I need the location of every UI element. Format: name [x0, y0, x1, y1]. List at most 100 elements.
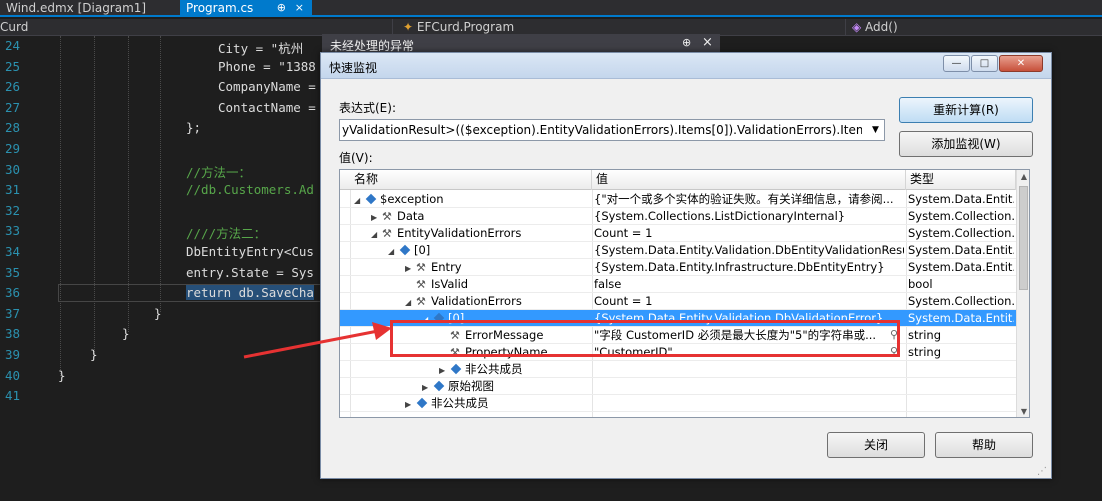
expand-arrow-icon[interactable]: ▶ [439, 363, 449, 378]
grid-header: 名称 值 类型 [340, 170, 1016, 190]
table-row[interactable]: ▶ 非公共成员 [340, 395, 1016, 412]
value-cell: {System.Data.Entity.Validation.DbEntityV… [594, 242, 904, 259]
row-value: false [594, 277, 622, 291]
table-row[interactable]: ▶ 原始视图 [340, 378, 1016, 395]
highlight-box [390, 320, 900, 357]
resize-grip-icon[interactable]: ⋰ [1037, 466, 1047, 477]
table-row[interactable]: ▶ ⚒ Data {System.Collections.ListDictionary… [340, 208, 1016, 225]
collapse-arrow-icon[interactable]: ◢ [388, 244, 398, 259]
value-cell: Count = 1 [594, 225, 904, 242]
add-watch-button[interactable]: 添加监视(W) [899, 131, 1033, 157]
code-line[interactable]: entry.State = Sys [186, 265, 314, 280]
row-name: EntityValidationErrors [397, 226, 522, 240]
code-line[interactable]: ContactName = [218, 100, 316, 115]
row-name: Entry [431, 260, 462, 274]
column-header-type[interactable]: 类型 [906, 170, 1016, 190]
code-line[interactable]: } [90, 347, 98, 362]
type-cell: string [908, 328, 942, 342]
code-text: entry.State = Sys [186, 264, 314, 280]
code-line[interactable]: //db.Customers.Ad [186, 182, 314, 197]
pin-icon[interactable]: ⊕ [682, 36, 691, 49]
pin-icon[interactable]: ⊕ [277, 0, 286, 16]
object-icon [433, 380, 445, 392]
expand-arrow-icon[interactable]: ▶ [405, 397, 415, 412]
column-header-value[interactable]: 值 [592, 170, 906, 190]
line-number: 34 [4, 244, 20, 259]
close-icon[interactable]: × [295, 0, 304, 16]
expression-input[interactable]: yValidationResult>(($exception).EntityVa… [342, 123, 862, 137]
nav-separator [845, 19, 846, 36]
line-number: 35 [4, 264, 20, 280]
watch-value-grid[interactable]: 名称 值 类型 ◢ $exception {"对一个或多个实体的验证失败。有关详细信… [339, 169, 1030, 418]
expand-arrow-icon[interactable]: ▶ [405, 261, 415, 276]
line-number: 37 [4, 305, 20, 321]
code-text: } [90, 347, 98, 362]
line-number: 28 [4, 120, 20, 136]
code-text: Phone = "1388 [218, 58, 316, 74]
collapse-arrow-icon[interactable]: ◢ [354, 193, 364, 208]
collapse-arrow-icon[interactable]: ◢ [371, 227, 381, 242]
maximize-button[interactable]: □ [971, 55, 998, 72]
object-icon [416, 397, 428, 409]
code-line[interactable]: } [122, 326, 130, 341]
table-row[interactable]: ▶ 非公共成员 [340, 361, 1016, 378]
code-line[interactable]: City = "杭州 [218, 38, 303, 57]
class-label: EFCurd.Program [416, 20, 515, 34]
member-dropdown[interactable]: ◈ Add() [852, 20, 898, 34]
code-line[interactable]: Phone = "1388 [218, 59, 316, 74]
table-row[interactable]: ⚒ IsValid false bool [340, 276, 1016, 293]
type-cell: System.Collection... [908, 294, 1014, 308]
row-value: {System.Data.Entity.Infrastructure.DbEnt… [594, 260, 885, 274]
expression-combobox[interactable]: yValidationResult>(($exception).EntityVa… [339, 119, 885, 141]
table-row[interactable]: ◢ ⚒ EntityValidationErrors Count = 1 System.… [340, 225, 1016, 242]
scroll-up-icon[interactable]: ▲ [1017, 172, 1029, 181]
tab-wind-edmx[interactable]: Wind.edmx [Diagram1] [0, 0, 178, 17]
code-text: //db.Customers.Ad [186, 182, 314, 198]
project-dropdown[interactable]: Curd [0, 20, 28, 34]
chevron-down-icon[interactable]: ▼ [866, 120, 885, 140]
collapse-arrow-icon[interactable]: ◢ [405, 295, 415, 310]
value-cell: {System.Collections.ListDictionaryIntern… [594, 208, 904, 225]
tab-label: Program.cs [186, 1, 254, 15]
row-value: {System.Data.Entity.Validation.DbEntityV… [594, 243, 904, 257]
line-number: 39 [4, 347, 20, 362]
help-button[interactable]: 帮助 [935, 432, 1033, 458]
code-line[interactable]: CompanyName = [218, 79, 316, 94]
class-dropdown[interactable]: ✦ EFCurd.Program [403, 20, 514, 34]
code-line[interactable]: }; [186, 120, 201, 135]
code-line[interactable]: DbEntityEntry<Cus [186, 244, 314, 259]
line-number: 38 [4, 326, 20, 342]
table-row[interactable]: ◢ ⚒ ValidationErrors Count = 1 System.Collec… [340, 293, 1016, 310]
tab-program-cs[interactable]: Program.cs ⊕ × [180, 0, 312, 17]
code-line[interactable]: } [154, 306, 162, 321]
scroll-down-icon[interactable]: ▼ [1017, 407, 1029, 416]
expand-arrow-icon[interactable]: ▶ [371, 210, 381, 225]
name-cell: ◢ ⚒ ValidationErrors [340, 293, 590, 310]
value-cell: false [594, 276, 904, 293]
expand-arrow-icon[interactable]: ▶ [422, 380, 432, 395]
column-header-name[interactable]: 名称 [340, 170, 592, 190]
line-number: 33 [4, 223, 20, 239]
table-row[interactable]: ◢ $exception {"对一个或多个实体的验证失败。有关详细信息，请参阅...… [340, 191, 1016, 208]
close-button[interactable]: 关闭 [827, 432, 925, 458]
vertical-scrollbar[interactable]: ▲ ▼ [1016, 170, 1029, 417]
code-line[interactable]: ////方法二： [186, 223, 266, 242]
name-cell: ▶ ⚒ Entry [340, 259, 590, 276]
type-cell: bool [908, 277, 933, 291]
scrollbar-thumb[interactable] [1019, 186, 1028, 290]
window-close-button[interactable]: ✕ [999, 55, 1043, 72]
code-text: } [154, 305, 162, 321]
table-row[interactable]: ◢ [0] {System.Data.Entity.Validation.DbEnt… [340, 242, 1016, 259]
method-icon: ◈ [852, 20, 866, 34]
dialog-titlebar[interactable]: 快速监视 — □ ✕ [321, 53, 1051, 79]
code-line[interactable]: } [58, 368, 66, 383]
code-line[interactable]: //方法一： [186, 162, 251, 181]
line-number: 27 [4, 99, 20, 115]
table-row[interactable]: ▶ ⚒ Entry {System.Data.Entity.Infrastructur… [340, 259, 1016, 276]
code-line[interactable]: return db.SaveCha [186, 285, 314, 301]
row-name: [0] [414, 243, 431, 257]
recalculate-button[interactable]: 重新计算(R) [899, 97, 1033, 123]
close-icon[interactable]: × [702, 35, 713, 50]
minimize-button[interactable]: — [943, 55, 970, 72]
value-cell [594, 361, 904, 378]
